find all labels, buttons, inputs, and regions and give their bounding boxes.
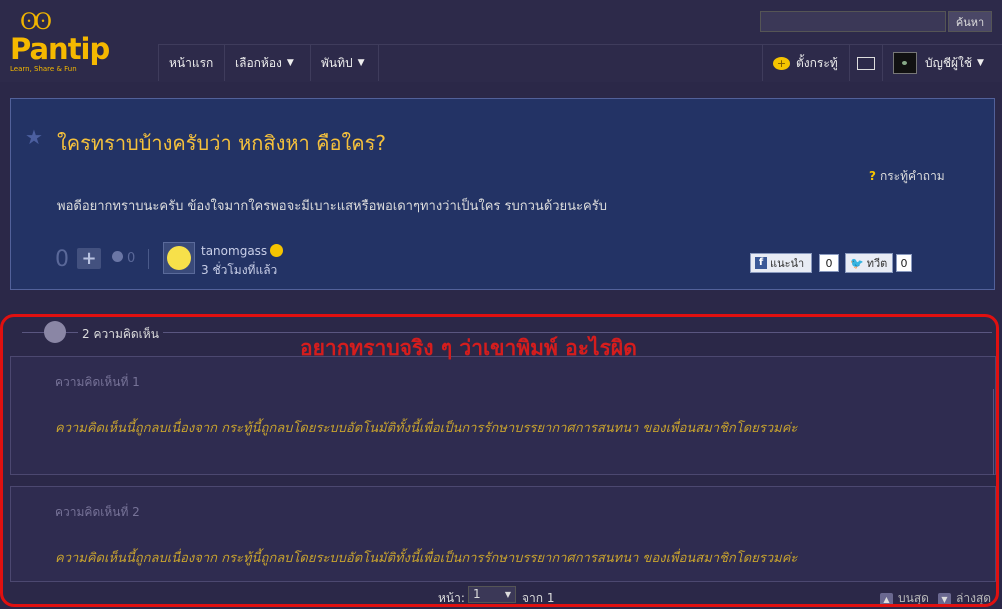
logo-tagline: Learn, Share & Fun bbox=[10, 65, 77, 73]
messages-button[interactable] bbox=[849, 45, 882, 81]
main-nav: หน้าแรก เลือกห้อง ▼ พันทิป ▼ + ตั้งกระทู… bbox=[158, 44, 1002, 82]
nav-home[interactable]: หน้าแรก bbox=[158, 45, 224, 81]
vote-count: 0 bbox=[55, 247, 69, 272]
tweet-count: 0 bbox=[896, 254, 912, 272]
tweet-button[interactable]: 🐦 ทวีต bbox=[845, 253, 893, 273]
user-avatar[interactable] bbox=[163, 242, 195, 274]
divider bbox=[148, 249, 149, 269]
topic-title: ใครทราบบ้างครับว่า หกสิงหา คือใคร? bbox=[57, 131, 386, 155]
account-label: บัญชีผู้ใช้ bbox=[925, 55, 973, 70]
search-button[interactable]: ค้นหา bbox=[948, 11, 992, 32]
facebook-like-button[interactable]: f แนะนำ bbox=[750, 253, 812, 273]
facebook-count: 0 bbox=[819, 254, 839, 272]
question-mark-icon: ? bbox=[869, 169, 876, 183]
pantip-logo[interactable]: ʘʘ Pantip Learn, Share & Fun bbox=[8, 10, 118, 75]
smiley-face-icon bbox=[167, 246, 191, 270]
twitter-icon: 🐦 bbox=[850, 256, 864, 270]
question-type-link[interactable]: ? กระทู้คำถาม bbox=[869, 167, 945, 186]
username-line[interactable]: tanomgass bbox=[201, 244, 284, 258]
site-header: ʘʘ Pantip Learn, Share & Fun ค้นหา หน้าแ… bbox=[0, 0, 1002, 82]
logo-text: Pantip bbox=[10, 32, 110, 66]
annotation-text: อยากทราบจริง ๆ ว่าเขาพิมพ์ อะไรผิด bbox=[300, 336, 637, 360]
username: tanomgass bbox=[201, 244, 268, 258]
emotion-count: 0 bbox=[127, 251, 136, 266]
post-time: 3 ชั่วโมงที่แล้ว bbox=[201, 263, 278, 277]
search-input[interactable] bbox=[760, 11, 946, 32]
caret-down-icon: ▼ bbox=[286, 58, 294, 68]
new-topic-button[interactable]: + ตั้งกระทู้ bbox=[762, 45, 849, 81]
account-menu[interactable]: บัญชีผู้ใช้ ▼ bbox=[882, 45, 1002, 81]
caret-down-icon: ▼ bbox=[977, 58, 984, 68]
facebook-icon: f bbox=[755, 257, 767, 269]
topic-body: พอดีอยากทราบนะครับ ข้องใจมากใครพอจะมีเบา… bbox=[57, 199, 607, 214]
mail-icon bbox=[857, 56, 875, 70]
comments-section: 2 ความคิดเห็น ความคิดเห็นที่ 1 ความคิดเห… bbox=[0, 312, 1002, 609]
nav-pantip-label: พันทิป bbox=[321, 55, 353, 70]
vote-plus-button[interactable]: + bbox=[77, 248, 101, 269]
nav-pantip[interactable]: พันทิป ▼ bbox=[310, 45, 379, 81]
star-icon[interactable]: ★ bbox=[25, 127, 43, 147]
avatar bbox=[893, 52, 917, 74]
tweet-label: ทวีต bbox=[866, 257, 888, 270]
emotion-icon[interactable] bbox=[112, 251, 123, 262]
nav-select-room[interactable]: เลือกห้อง ▼ bbox=[224, 45, 310, 81]
logo-rings-icon: ʘʘ bbox=[20, 10, 52, 35]
facebook-like-label: แนะนำ bbox=[770, 257, 805, 270]
topic-box: ★ ใครทราบบ้างครับว่า หกสิงหา คือใคร? ? กร… bbox=[10, 98, 995, 290]
caret-down-icon: ▼ bbox=[357, 58, 365, 68]
new-topic-label: ตั้งกระทู้ bbox=[796, 55, 838, 70]
nav-select-room-label: เลือกห้อง bbox=[235, 55, 282, 70]
smiley-icon bbox=[270, 244, 284, 257]
question-type-label: กระทู้คำถาม bbox=[879, 169, 945, 183]
nav-home-label: หน้าแรก bbox=[169, 55, 214, 70]
speech-bubble-icon: + bbox=[773, 56, 790, 70]
